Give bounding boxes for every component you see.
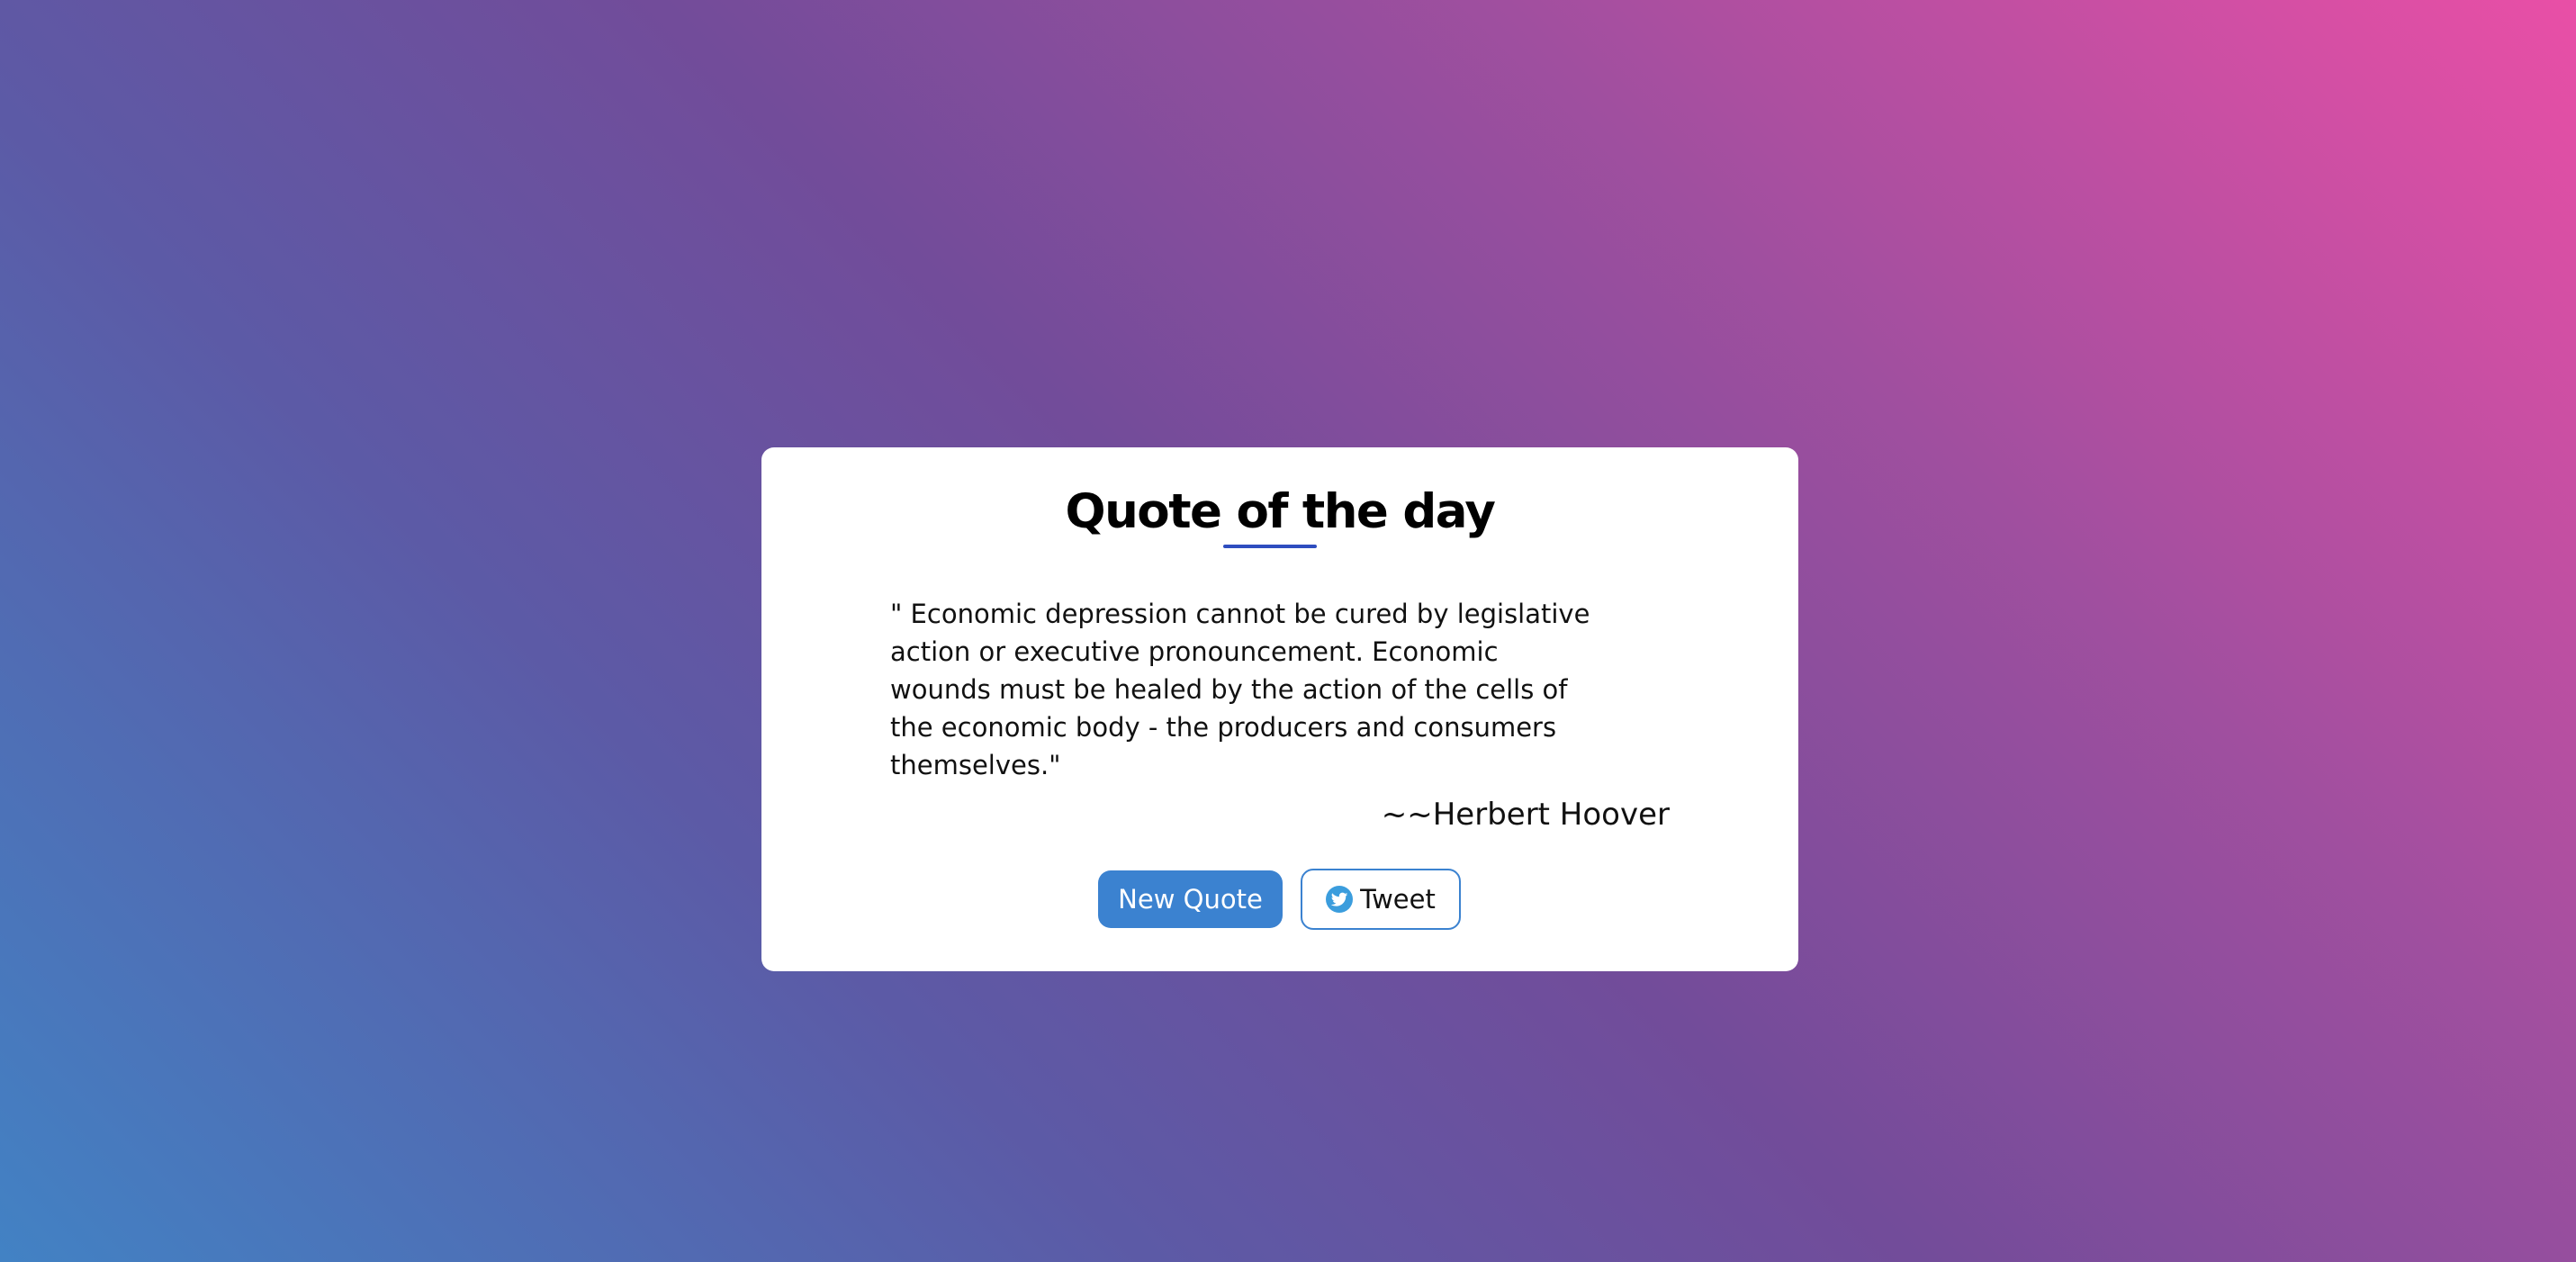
page-title: Quote of the day bbox=[1065, 484, 1496, 539]
new-quote-label: New Quote bbox=[1118, 884, 1263, 915]
tweet-label: Tweet bbox=[1360, 884, 1436, 915]
quote-card: Quote of the day " Economic depression c… bbox=[761, 447, 1798, 971]
tweet-button[interactable]: Tweet bbox=[1301, 869, 1461, 930]
twitter-bird-icon bbox=[1326, 886, 1354, 913]
quote-text: " Economic depression cannot be cured by… bbox=[890, 599, 1590, 780]
quote-author: ~~Herbert Hoover bbox=[1381, 797, 1670, 833]
title-underline bbox=[1223, 545, 1317, 548]
new-quote-button[interactable]: New Quote bbox=[1098, 870, 1283, 928]
